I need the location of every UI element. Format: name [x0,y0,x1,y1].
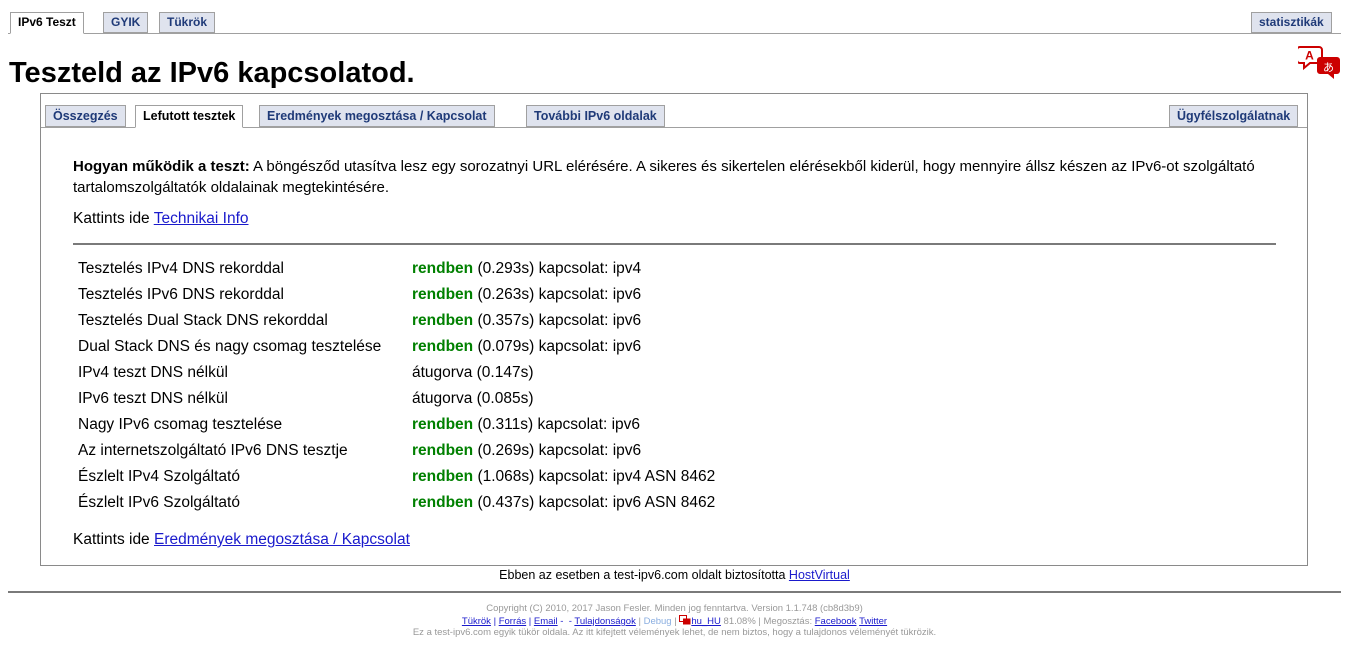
tab-more-ipv6-sites[interactable]: További IPv6 oldalak [526,105,665,127]
result-label: Tesztelés Dual Stack DNS rekorddal [78,312,328,329]
share-link[interactable]: Eredmények megosztása / Kapcsolat [154,531,410,548]
result-status: rendben [412,312,474,329]
result-value: átugorva (0.147s) [412,360,534,386]
intro-heading: Hogyan működik a teszt: [73,158,250,175]
result-label: Tesztelés IPv4 DNS rekorddal [78,260,284,277]
share-line: Kattints ide Eredmények megosztása / Kap… [73,530,410,550]
result-label: IPv6 teszt DNS nélkül [78,390,228,407]
result-value: rendben (0.263s) kapcsolat: ipv6 [412,282,641,308]
footer-percent: 81.08% | Megosztás: [720,616,815,627]
result-detail: (0.269s) kapcsolat: ipv6 [473,442,642,459]
page-title: Teszteld az IPv6 kapcsolatod. [9,57,415,89]
footer-copyright: Copyright (C) 2010, 2017 Jason Fesler. M… [486,603,863,614]
translate-icon-a: A [1305,49,1314,63]
result-status: rendben [412,494,474,511]
footer-owners-link[interactable]: Tulajdonságok [574,616,635,627]
result-detail: (0.357s) kapcsolat: ipv6 [473,312,642,329]
footer-email-link[interactable]: Email [534,616,558,627]
result-status: rendben [412,468,474,485]
result-label: Észlelt IPv4 Szolgáltató [78,468,240,485]
result-label: IPv4 teszt DNS nélkül [78,364,228,381]
footer-disclaimer: Ez a test-ipv6.com egyik tükör oldala. A… [412,627,937,638]
tab-statistics[interactable]: statisztikák [1251,12,1332,33]
footer-sources-link[interactable]: Forrás [499,616,526,627]
result-detail: (1.068s) kapcsolat: ipv4 ASN 8462 [473,468,716,485]
footer-twitter-link[interactable]: Twitter [859,616,887,627]
result-label: Dual Stack DNS és nagy csomag tesztelése [78,338,382,355]
result-detail: átugorva (0.085s) [412,390,534,407]
content-panel: Összegzés Lefutott tesztek Eredmények me… [40,93,1308,566]
share-prefix: Kattints ide [73,531,154,548]
footer-debug-link[interactable]: Debug [644,616,672,627]
tab-summary[interactable]: Összegzés [45,105,126,127]
sponsor-text: Ebben az esetben a test-ipv6.com oldalt … [499,568,789,582]
tab-tests-run[interactable]: Lefutott tesztek [135,105,244,128]
intro-text: Hogyan működik a teszt: A böngésződ utas… [73,156,1283,198]
result-value: átugorva (0.085s) [412,386,534,412]
top-nav-line [8,33,1341,34]
result-value: rendben (0.079s) kapcsolat: ipv6 [412,334,641,360]
translate-icon[interactable]: A あ [1298,44,1342,80]
result-detail: (0.079s) kapcsolat: ipv6 [473,338,642,355]
tab-support[interactable]: Ügyfélszolgálatnak [1169,105,1299,127]
result-status: rendben [412,442,474,459]
result-detail: (0.293s) kapcsolat: ipv4 [473,260,642,277]
result-status: rendben [412,416,474,433]
tech-info-link[interactable]: Technikai Info [154,210,249,227]
tab-ipv6-test[interactable]: IPv6 Teszt [10,12,84,34]
result-value: rendben (0.293s) kapcsolat: ipv4 [412,256,641,282]
footer-mirrors-link[interactable]: Tükrök [462,616,491,627]
tab-share-contact[interactable]: Eredmények megosztása / Kapcsolat [259,105,495,127]
result-status: rendben [412,286,474,303]
sponsor-line: Ebben az esetben a test-ipv6.com oldalt … [0,567,1349,583]
result-value: rendben (0.269s) kapcsolat: ipv6 [412,438,641,464]
result-value: rendben (0.357s) kapcsolat: ipv6 [412,308,641,334]
divider [73,243,1276,245]
footer-facebook-link[interactable]: Facebook [815,616,857,627]
result-detail: (0.263s) kapcsolat: ipv6 [473,286,642,303]
result-value: rendben (1.068s) kapcsolat: ipv4 ASN 846… [412,464,715,490]
tech-info-line: Kattints ide Technikai Info [73,209,249,229]
result-detail: (0.437s) kapcsolat: ipv6 ASN 8462 [473,494,716,511]
tech-info-prefix: Kattints ide [73,210,154,227]
result-detail: (0.311s) kapcsolat: ipv6 [473,416,641,433]
result-status: rendben [412,338,474,355]
sponsor-link[interactable]: HostVirtual [789,568,850,582]
locale-translate-icon [679,615,691,625]
result-label: Nagy IPv6 csomag tesztelése [78,416,283,433]
tab-mirrors[interactable]: Tükrök [159,12,216,33]
result-label: Tesztelés IPv6 DNS rekorddal [78,286,284,303]
result-value: rendben (0.437s) kapcsolat: ipv6 ASN 846… [412,490,715,516]
result-value: rendben (0.311s) kapcsolat: ipv6 [412,412,640,438]
translate-icon-b: あ [1323,61,1334,74]
result-status: rendben [412,260,474,277]
intro-body: A böngésződ utasítva lesz egy sorozatnyi… [73,158,1255,196]
result-detail: átugorva (0.147s) [412,364,534,381]
footer-locale-link[interactable]: hu_HU [691,616,721,627]
top-nav: IPv6 Teszt GYIK Tükrök statisztikák [0,0,1349,34]
tab-faq[interactable]: GYIK [103,12,149,33]
result-label: Az internetszolgáltató IPv6 DNS tesztje [78,442,348,459]
result-label: Észlelt IPv6 Szolgáltató [78,494,240,511]
footer-divider [8,591,1341,593]
